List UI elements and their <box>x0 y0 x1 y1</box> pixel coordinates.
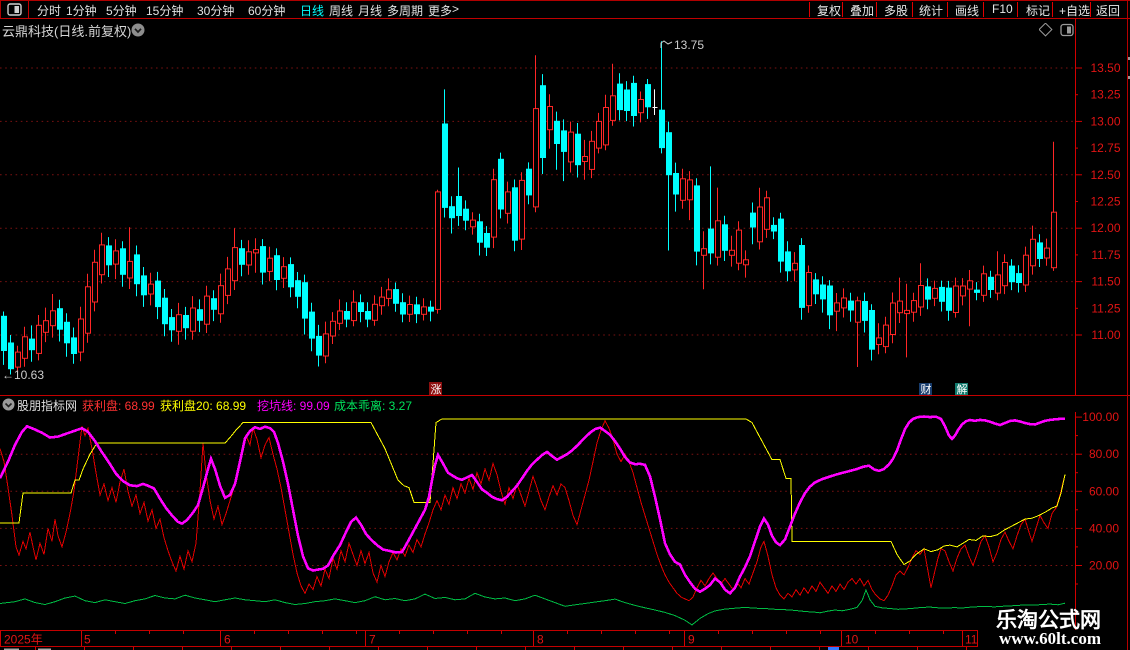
svg-text:12.50: 12.50 <box>1090 168 1120 182</box>
svg-text:解: 解 <box>957 382 968 396</box>
svg-text:8: 8 <box>537 633 544 647</box>
svg-text:11.50: 11.50 <box>1091 275 1120 289</box>
svg-text:←10.63: ←10.63 <box>2 368 44 382</box>
svg-text:80.00: 80.00 <box>1089 447 1119 461</box>
svg-text:20.00: 20.00 <box>1089 559 1119 573</box>
svg-text:11: 11 <box>965 633 978 647</box>
svg-text:13.50: 13.50 <box>1090 61 1120 75</box>
svg-text:2025年: 2025年 <box>4 633 43 647</box>
svg-text:13.75: 13.75 <box>674 38 704 52</box>
svg-text:11.00: 11.00 <box>1091 328 1120 342</box>
svg-text:12.00: 12.00 <box>1090 221 1120 235</box>
svg-text:12.75: 12.75 <box>1090 141 1120 155</box>
svg-text:9: 9 <box>688 633 695 647</box>
svg-text:100.00: 100.00 <box>1082 412 1119 424</box>
svg-text:7: 7 <box>369 633 376 647</box>
svg-text:12.25: 12.25 <box>1090 195 1120 209</box>
svg-text:13.00: 13.00 <box>1090 114 1120 128</box>
svg-text:10: 10 <box>845 633 859 647</box>
svg-text:5: 5 <box>84 633 91 647</box>
svg-text:60.00: 60.00 <box>1089 484 1119 498</box>
svg-text:40.00: 40.00 <box>1089 521 1119 535</box>
svg-text:财: 财 <box>921 382 932 396</box>
svg-text:6: 6 <box>224 633 231 647</box>
svg-text:13.25: 13.25 <box>1090 88 1120 102</box>
svg-text:11.25: 11.25 <box>1091 301 1120 315</box>
svg-text:涨: 涨 <box>431 383 442 396</box>
svg-text:11.75: 11.75 <box>1091 248 1120 262</box>
